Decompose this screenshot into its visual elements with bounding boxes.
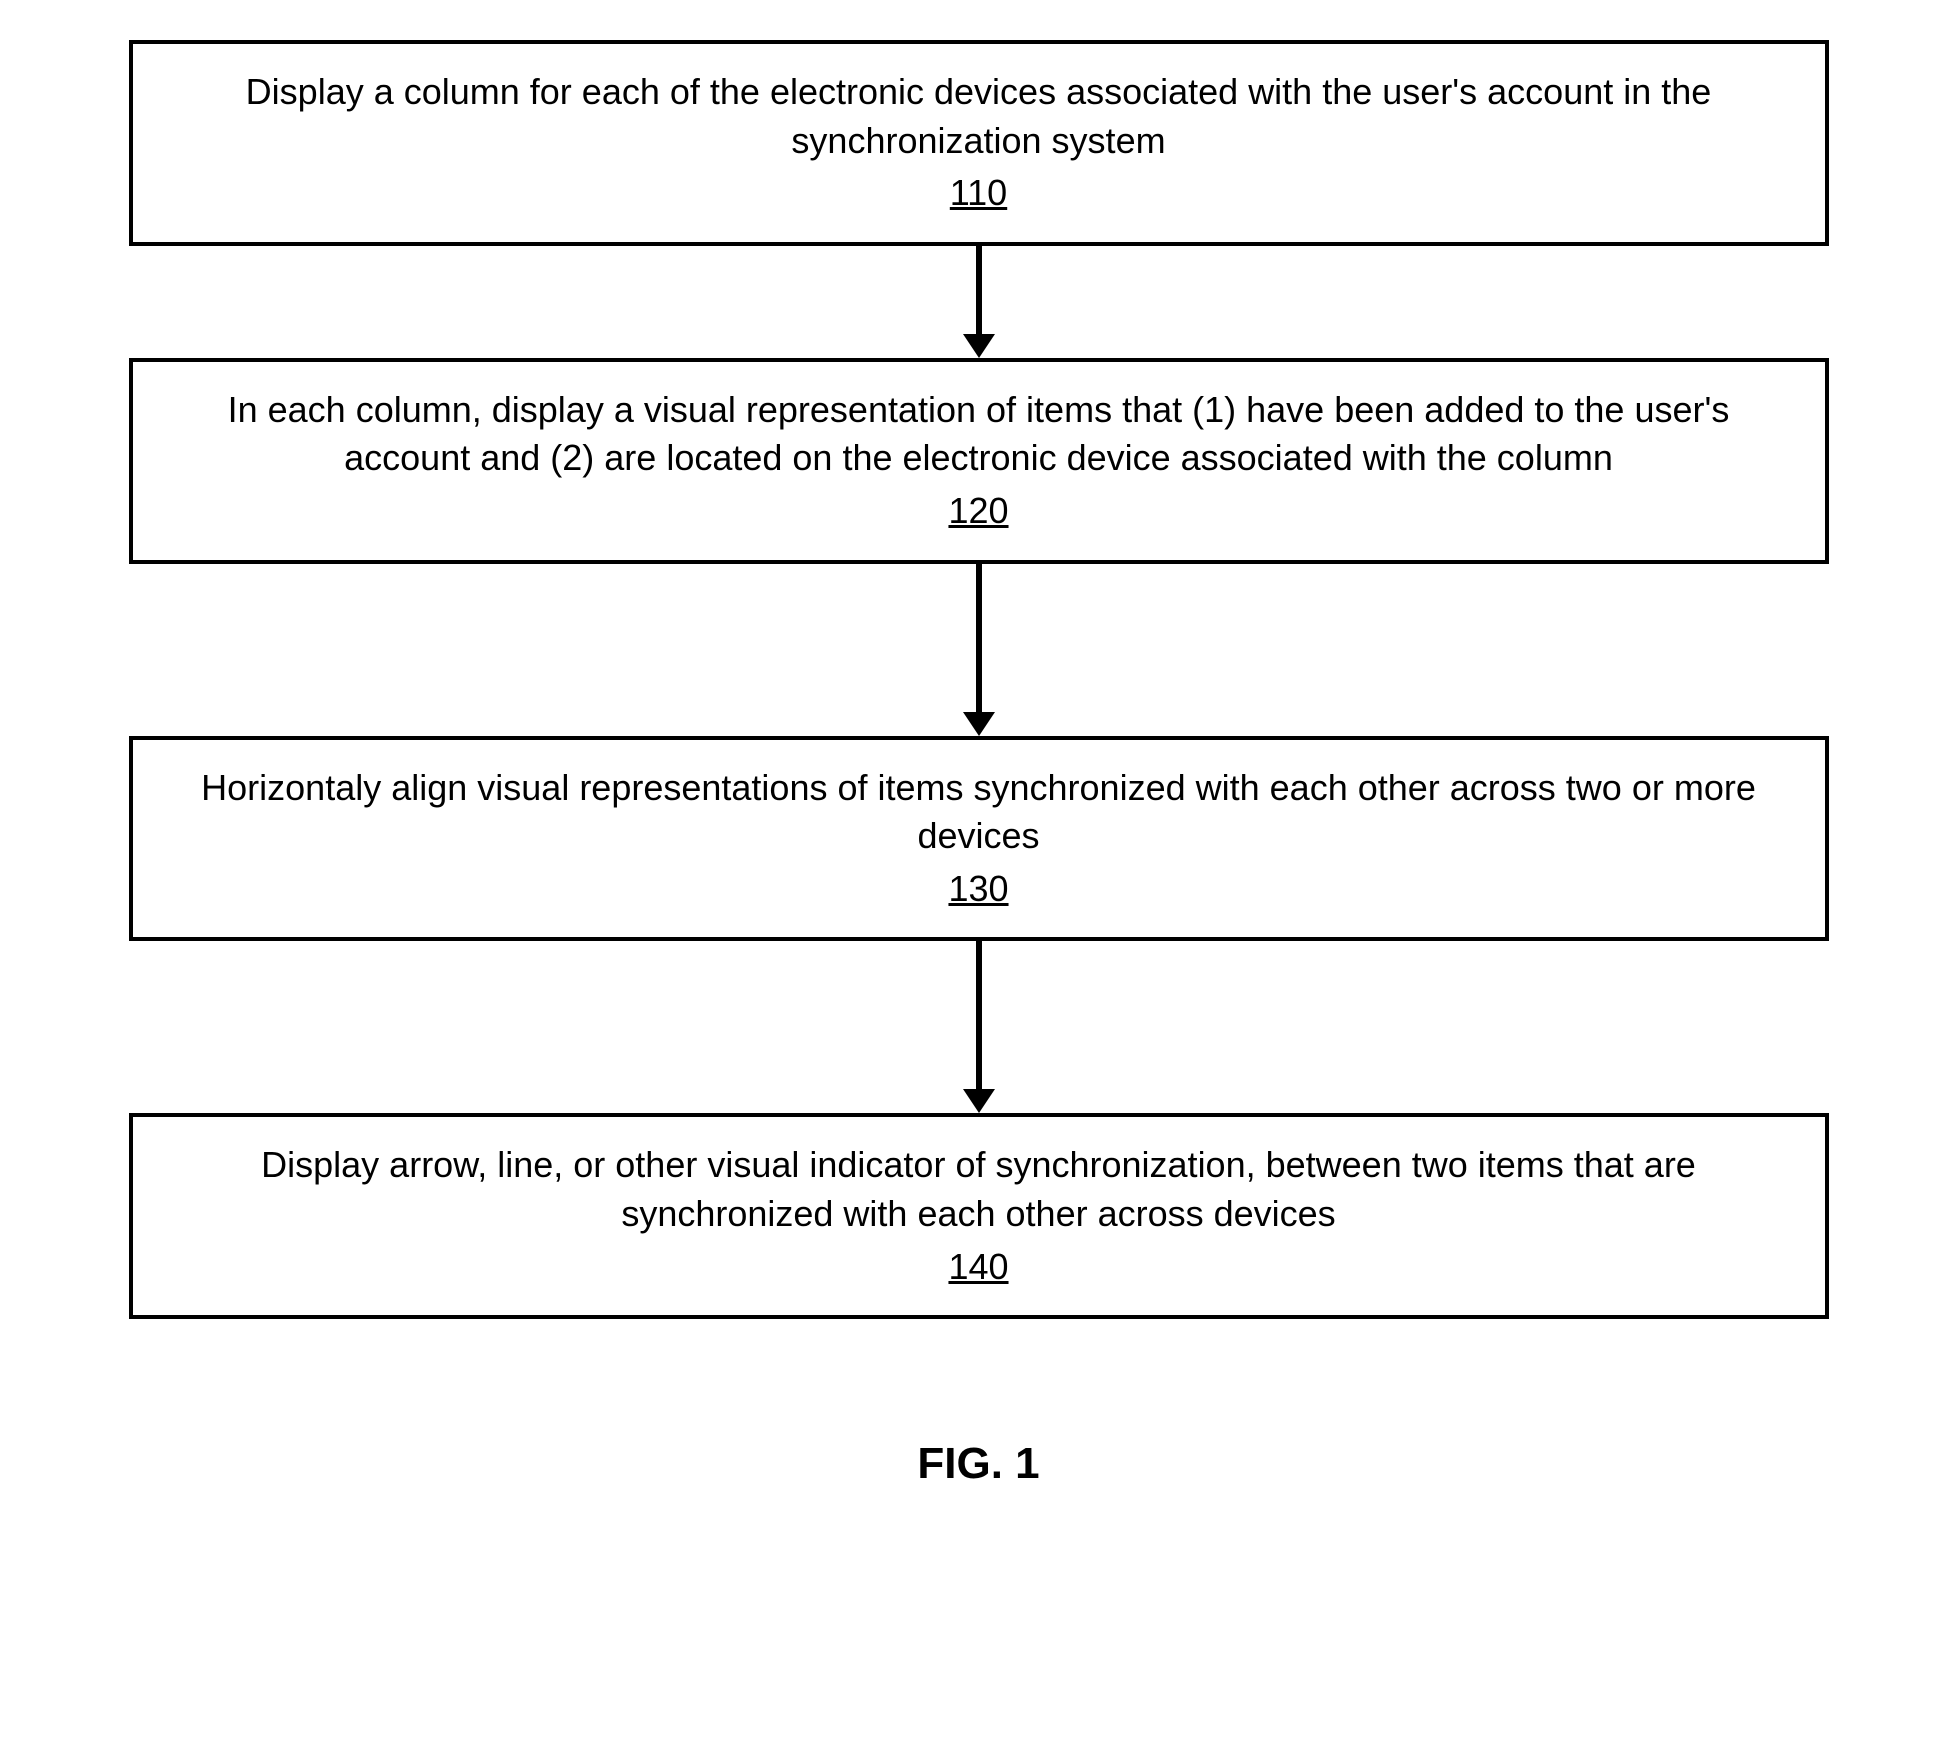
step-number: 110	[950, 169, 1007, 218]
step-text: Horizontaly align visual representations…	[173, 764, 1785, 861]
flow-step-110: Display a column for each of the electro…	[129, 40, 1829, 246]
step-text: Display arrow, line, or other visual ind…	[173, 1141, 1785, 1238]
figure-label: FIG. 1	[917, 1439, 1039, 1489]
flow-step-140: Display arrow, line, or other visual ind…	[129, 1113, 1829, 1319]
step-number: 140	[948, 1243, 1008, 1292]
step-text: In each column, display a visual represe…	[173, 386, 1785, 483]
step-text: Display a column for each of the electro…	[173, 68, 1785, 165]
flow-step-130: Horizontaly align visual representations…	[129, 736, 1829, 942]
step-number: 120	[948, 487, 1008, 536]
arrow-icon	[963, 941, 995, 1113]
flow-step-120: In each column, display a visual represe…	[129, 358, 1829, 564]
flowchart-container: Display a column for each of the electro…	[129, 40, 1829, 1319]
arrow-icon	[963, 246, 995, 358]
step-number: 130	[948, 865, 1008, 914]
arrow-icon	[963, 564, 995, 736]
